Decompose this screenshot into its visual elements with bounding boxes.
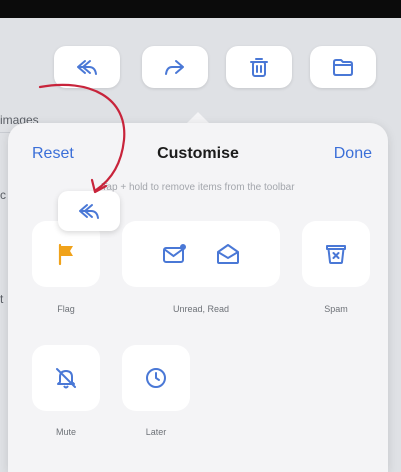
later-label: Later — [145, 427, 167, 437]
forward-button[interactable] — [142, 46, 208, 88]
background-text: t — [0, 292, 4, 306]
reply-button[interactable] — [54, 46, 120, 88]
dragged-reply-item[interactable] — [58, 191, 120, 231]
flag-icon — [58, 243, 73, 266]
clock-icon — [146, 368, 166, 388]
spam-label: Spam — [324, 304, 348, 314]
spam-tile[interactable] — [302, 221, 370, 287]
later-tile[interactable] — [122, 345, 190, 411]
done-button[interactable]: Done — [334, 145, 372, 163]
read-mail-icon — [217, 244, 239, 264]
unread-read-label: Unread, Read — [172, 304, 230, 314]
mute-tile[interactable] — [32, 345, 100, 411]
reply-icon — [77, 60, 97, 75]
flag-label: Flag — [57, 304, 75, 314]
unread-read-tile[interactable] — [122, 221, 280, 287]
trash-button[interactable] — [226, 46, 292, 88]
spam-icon — [326, 245, 346, 264]
mute-bell-icon — [56, 368, 76, 389]
customise-popover: Reset Customise Done Tap + hold to remov… — [8, 123, 388, 472]
unread-mail-icon — [163, 244, 186, 263]
forward-icon — [165, 60, 184, 75]
mute-label: Mute — [55, 427, 76, 437]
popover-title: Customise — [157, 145, 239, 162]
folder-button[interactable] — [310, 46, 376, 88]
trash-icon — [250, 58, 268, 77]
folder-icon — [333, 59, 353, 76]
reply-icon — [79, 204, 99, 219]
background-text: c — [0, 188, 6, 202]
status-bar — [0, 0, 401, 18]
